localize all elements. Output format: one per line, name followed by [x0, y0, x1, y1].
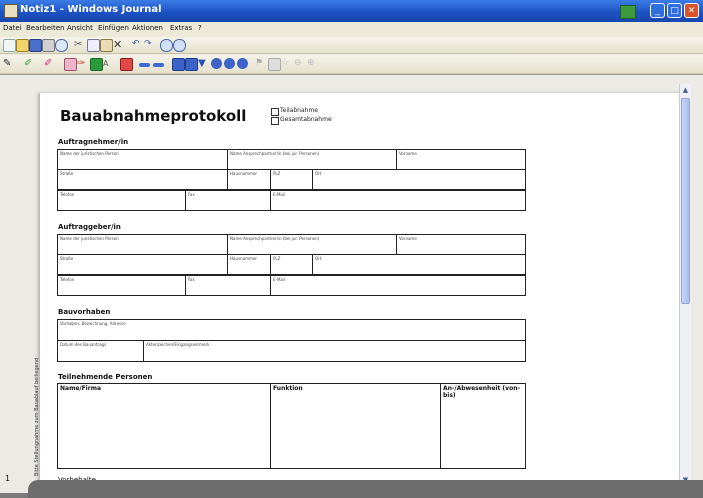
ag-ort-field[interactable]: Ort — [312, 254, 526, 275]
section-auftragnehmer: Auftragnehmer/in — [58, 138, 129, 146]
settings-icon[interactable]: ⊕ — [307, 58, 318, 69]
eraser-icon[interactable] — [64, 58, 77, 71]
find-icon[interactable] — [55, 39, 68, 52]
star-icon[interactable]: ☆ — [281, 58, 292, 69]
menu-ansicht[interactable]: Ansicht — [67, 24, 93, 32]
lasso-icon[interactable]: ✑ — [77, 58, 88, 69]
pen-toolbar: ✎ ✐ ✐ ✑ A ▼ ⚑ ☆ ⊖ ⊕ — [0, 55, 703, 74]
undo-icon[interactable]: ↶ — [132, 39, 143, 50]
print-icon[interactable] — [42, 39, 55, 52]
teilnehmer-funktion-column[interactable]: Funktion — [270, 383, 441, 469]
section-teilnehmende: Teilnehmende Personen — [58, 373, 153, 381]
menu-bearbeiten[interactable]: Bearbeiten — [26, 24, 64, 32]
circle-icon[interactable] — [211, 58, 222, 69]
ag-ansprechpartner-field[interactable]: Name Ansprechpartner/in (bei jur. Person… — [227, 234, 397, 255]
bauvorhaben-adresse-field[interactable]: Vorhaben, Bezeichnung, Adresse — [57, 319, 526, 341]
maximize-button[interactable]: □ — [667, 3, 682, 18]
ag-strasse-field[interactable]: Straße — [57, 254, 228, 275]
ag-plz-field[interactable]: PLZ — [270, 254, 313, 275]
highlighter-icon[interactable]: ✐ — [24, 58, 35, 69]
copy-icon[interactable] — [87, 39, 100, 52]
gesamtabnahme-label: Gesamtabnahme — [280, 116, 332, 123]
close-button[interactable]: ✕ — [684, 3, 699, 18]
menu-help[interactable]: ? — [198, 24, 202, 32]
aktenzeichen-field[interactable]: Aktenzeichen/Eingangsvermerk — [143, 340, 526, 362]
insert-space-icon[interactable] — [139, 63, 150, 67]
menu-datei[interactable]: Datei — [3, 24, 22, 32]
an-plz-field[interactable]: PLZ — [270, 169, 313, 190]
color-fill-icon[interactable] — [172, 58, 185, 71]
col-header-anwesenheit: An-/Abwesenheit (von-bis) — [443, 385, 520, 399]
section-auftraggeber: Auftraggeber/in — [58, 223, 121, 231]
menu-extras[interactable]: Extras — [170, 24, 192, 32]
shape-icon[interactable] — [185, 58, 198, 71]
ag-email-field[interactable]: E-Mail — [270, 275, 526, 296]
new-page-icon[interactable] — [3, 39, 16, 52]
an-ort-field[interactable]: Ort — [312, 169, 526, 190]
page-curl-overlay — [28, 480, 703, 498]
ag-telefon-field[interactable]: Telefon — [57, 275, 186, 296]
col-header-funktion: Funktion — [273, 385, 303, 392]
menu-bar: Datei Bearbeiten Ansicht Einfügen Aktion… — [0, 22, 703, 36]
vertical-margin-note: Bitte Stellungnahme zum Bauablauf beilie… — [34, 357, 40, 476]
pen-color-icon[interactable]: ✐ — [44, 58, 55, 69]
ag-hausnummer-field[interactable]: Hausnummer — [227, 254, 271, 275]
selection-icon[interactable] — [90, 58, 103, 71]
teilnehmer-name-column[interactable]: Name/Firma — [57, 383, 271, 469]
flag-small-icon[interactable]: ⚑ — [255, 58, 266, 69]
dot-icon[interactable] — [224, 58, 235, 69]
teilabnahme-checkbox[interactable] — [271, 108, 279, 116]
line-icon[interactable] — [153, 63, 164, 67]
save-icon[interactable] — [29, 39, 42, 52]
an-strasse-field[interactable]: Straße — [57, 169, 228, 190]
col-header-name: Name/Firma — [60, 385, 101, 392]
an-telefon-field[interactable]: Telefon — [57, 190, 186, 211]
title-bar[interactable]: Notiz1 - Windows Journal _ □ ✕ — [0, 0, 703, 22]
page-number: 1 — [5, 474, 11, 483]
zoom-icon[interactable]: ⊖ — [294, 58, 305, 69]
ag-fax-field[interactable]: Fax — [185, 275, 271, 296]
gesamtabnahme-checkbox[interactable] — [271, 117, 279, 125]
flag-icon[interactable] — [120, 58, 133, 71]
zoom-in-icon[interactable] — [160, 39, 173, 52]
an-hausnummer-field[interactable]: Hausnummer — [227, 169, 271, 190]
menu-einfuegen[interactable]: Einfügen — [98, 24, 129, 32]
scroll-up-button[interactable]: ▲ — [681, 85, 690, 95]
window-title: Notiz1 - Windows Journal — [20, 4, 162, 15]
paste-icon[interactable] — [100, 39, 113, 52]
scrollbar-thumb[interactable] — [681, 98, 690, 304]
redo-icon[interactable]: ↷ — [144, 39, 155, 50]
open-icon[interactable] — [16, 39, 29, 52]
language-bar-icon[interactable] — [620, 5, 636, 19]
ag-vorname-field[interactable]: Vorname — [396, 234, 526, 255]
rect-icon[interactable] — [268, 58, 281, 71]
an-email-field[interactable]: E-Mail — [270, 190, 526, 211]
menu-aktionen[interactable]: Aktionen — [132, 24, 163, 32]
document-title: Bauabnahmeprotokoll — [60, 107, 247, 125]
teilabnahme-label: Teilabnahme — [280, 107, 318, 114]
cut-icon[interactable]: ✂ — [74, 39, 85, 50]
delete-icon[interactable]: ✕ — [113, 39, 124, 50]
an-fax-field[interactable]: Fax — [185, 190, 271, 211]
journal-app-icon — [4, 4, 18, 18]
section-bauvorhaben: Bauvorhaben — [58, 308, 111, 316]
minimize-button[interactable]: _ — [650, 3, 665, 18]
an-firma-field[interactable]: Name der juristischen Person — [57, 149, 228, 170]
an-ansprechpartner-field[interactable]: Name Ansprechpartner/in (bei jur. Person… — [227, 149, 397, 170]
ag-firma-field[interactable]: Name der juristischen Person — [57, 234, 228, 255]
teilnehmer-anwesenheit-column[interactable]: An-/Abwesenheit (von-bis) — [440, 383, 526, 469]
bauantrag-datum-field[interactable]: Datum des Bauantrags — [57, 340, 144, 362]
bullet-icon[interactable]: ▼ — [198, 58, 209, 69]
text-box-icon[interactable]: A — [103, 58, 114, 69]
an-vorname-field[interactable]: Vorname — [396, 149, 526, 170]
circle-outline-icon[interactable] — [237, 58, 248, 69]
vertical-scrollbar[interactable]: ▲ ▼ — [679, 84, 691, 487]
zoom-out-icon[interactable] — [173, 39, 186, 52]
standard-toolbar: ✂ ✕ ↶ ↷ — [0, 37, 703, 54]
pen-icon[interactable]: ✎ — [3, 58, 14, 69]
